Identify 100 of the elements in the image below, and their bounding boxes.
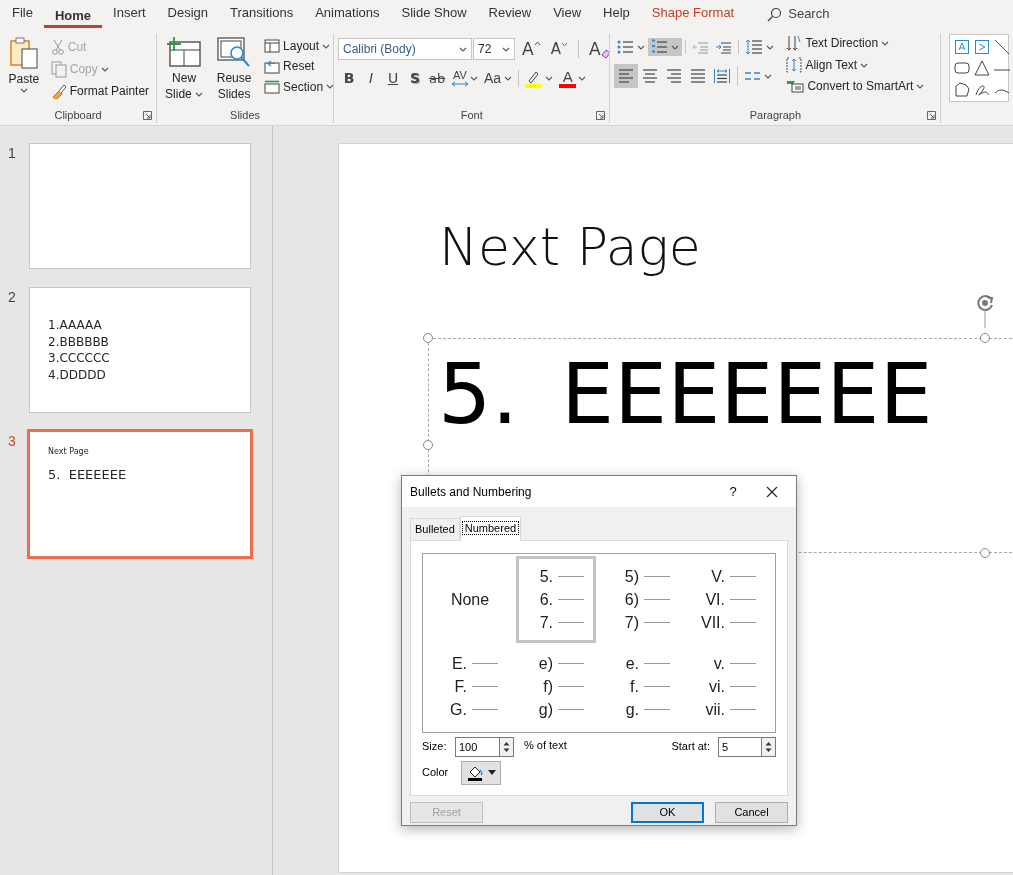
dialog-launcher-icon — [927, 110, 937, 120]
numbering-style-option[interactable]: 5. 6. 7. — [516, 555, 596, 643]
start-at-field[interactable]: 5 — [718, 736, 762, 757]
dialog-launcher-icon — [143, 110, 153, 120]
layout-button[interactable]: Layout — [261, 38, 334, 55]
slide-thumbnail[interactable]: 1.AAAAA 2.BBBBBB 3.CCCCCC 4.DDDDD — [29, 287, 251, 413]
help-button[interactable]: ? — [718, 480, 748, 503]
ribbon-tab[interactable]: File — [1, 0, 44, 25]
resize-handle[interactable] — [980, 548, 990, 558]
ribbon-tab[interactable]: Shape Format — [640, 0, 746, 25]
italic-button[interactable]: I — [360, 69, 383, 88]
reset-button[interactable]: Reset — [261, 58, 334, 75]
ribbon-tab[interactable]: View — [542, 0, 593, 25]
section-button[interactable]: Section — [261, 78, 334, 96]
color-picker-button[interactable] — [461, 760, 501, 785]
align-distributed-icon — [714, 68, 731, 84]
resize-handle[interactable] — [423, 440, 433, 450]
shadow-button[interactable]: S — [404, 69, 427, 88]
vertical-text-box-icon — [974, 39, 991, 55]
resize-handle[interactable] — [423, 333, 433, 343]
thumbnail-text: 2.BBBBBB — [48, 333, 110, 350]
rounded-rectangle-icon — [954, 60, 971, 77]
bold-button[interactable]: B — [338, 69, 361, 88]
numbering-style-option[interactable]: V. VI. VII. — [688, 555, 768, 643]
bullets-icon — [617, 39, 635, 55]
dialog-button[interactable]: OK — [631, 801, 704, 823]
new-slide-icon — [166, 36, 203, 68]
numbering-style-option[interactable]: e. f. g. — [602, 642, 682, 730]
font-color-button[interactable]: A — [556, 68, 590, 89]
line-shape-icon — [994, 69, 1011, 71]
dialog-button[interactable]: Cancel — [715, 801, 788, 823]
character-spacing-button[interactable]: AV — [448, 69, 482, 88]
spin-arrows-icon — [503, 739, 510, 754]
search-field[interactable]: Search — [788, 4, 869, 24]
ribbon-tab[interactable]: Insert — [102, 0, 157, 25]
group-title: Font — [460, 108, 483, 123]
align-left-button[interactable] — [614, 64, 639, 88]
format-painter-button[interactable]: Format Painter — [47, 83, 153, 100]
freeform-icon — [954, 81, 971, 98]
caret-icon — [459, 46, 468, 52]
numbering-style-option[interactable]: None — [430, 555, 510, 643]
font-name-field[interactable]: Calibri (Body) — [338, 38, 473, 60]
numbering-button[interactable] — [648, 38, 683, 56]
ribbon-tab[interactable]: Slide Show — [390, 0, 478, 25]
font-size-field[interactable]: 72 — [473, 38, 516, 60]
caret-icon — [322, 43, 331, 49]
body-text[interactable]: EEEEEEE — [561, 344, 933, 445]
dialog-launcher-icon — [596, 110, 606, 120]
underline-button[interactable]: U — [382, 69, 405, 88]
line-spacing-icon — [745, 39, 764, 55]
slide-title[interactable]: Next Page — [439, 216, 701, 279]
align-text-button[interactable]: Align Text — [783, 56, 928, 74]
change-case-button[interactable]: Aa — [481, 69, 516, 88]
ribbon-tab[interactable]: Animations — [304, 0, 391, 25]
ribbon-tab[interactable]: Review — [477, 0, 543, 25]
dialog-tab[interactable]: Numbered — [459, 516, 522, 541]
size-label: Size: — [422, 739, 448, 755]
paintbrush-icon — [50, 84, 67, 99]
size-field[interactable]: 100 — [455, 736, 500, 757]
text-direction-button[interactable]: Text Direction — [783, 34, 928, 52]
slide-thumbnail[interactable]: Next Page 5. EEEEEEE — [29, 431, 251, 557]
slide-thumbnail[interactable] — [29, 143, 251, 269]
eraser-icon — [600, 48, 610, 58]
numbering-style-option[interactable]: v. vi. vii. — [688, 642, 768, 730]
copy-icon — [50, 61, 67, 78]
shapes-gallery[interactable] — [949, 34, 1010, 102]
caret-icon — [578, 76, 587, 81]
paste-button[interactable]: Paste — [4, 34, 44, 107]
spin-button[interactable] — [500, 736, 514, 757]
numbering-style-option[interactable]: e) f) g) — [516, 642, 596, 730]
text-box-icon — [954, 39, 971, 55]
rotate-handle-icon[interactable] — [974, 292, 996, 328]
ribbon-tab[interactable]: Design — [156, 0, 220, 25]
align-left-icon — [618, 68, 635, 84]
shrink-font-button[interactable]: A — [547, 40, 571, 58]
align-center-icon — [642, 68, 659, 84]
caret-icon — [764, 73, 773, 79]
dropdown-arrow-icon — [487, 770, 496, 775]
ribbon-tab[interactable]: Help — [592, 0, 641, 25]
caret-icon — [195, 92, 204, 98]
close-icon — [766, 485, 778, 498]
spin-arrows-icon — [765, 739, 772, 754]
reuse-slides-button[interactable]: Reuse Slides — [211, 34, 258, 107]
numbering-style-option[interactable]: 5) 6) 7) — [602, 555, 682, 643]
ribbon-tab[interactable]: Transitions — [219, 0, 305, 25]
group-title: Paragraph — [749, 108, 802, 123]
grow-font-button[interactable]: A — [519, 39, 544, 59]
new-slide-button[interactable]: New Slide — [161, 34, 208, 107]
caret-icon — [671, 44, 680, 50]
line-shape-icon — [994, 39, 1011, 55]
thumbnail-title: Next Page — [48, 446, 90, 458]
group-title: Slides — [230, 108, 261, 123]
strike-button[interactable]: ab — [426, 69, 449, 88]
spin-button[interactable] — [762, 736, 776, 757]
resize-handle[interactable] — [980, 333, 990, 343]
convert-smartart-button[interactable]: Convert to SmartArt — [783, 78, 928, 95]
clear-formatting-button[interactable]: A — [585, 39, 610, 59]
dialog-tab[interactable]: Bulleted — [410, 518, 460, 540]
numbering-style-option[interactable]: E. F. G. — [430, 642, 510, 730]
align-text-icon — [786, 57, 803, 73]
